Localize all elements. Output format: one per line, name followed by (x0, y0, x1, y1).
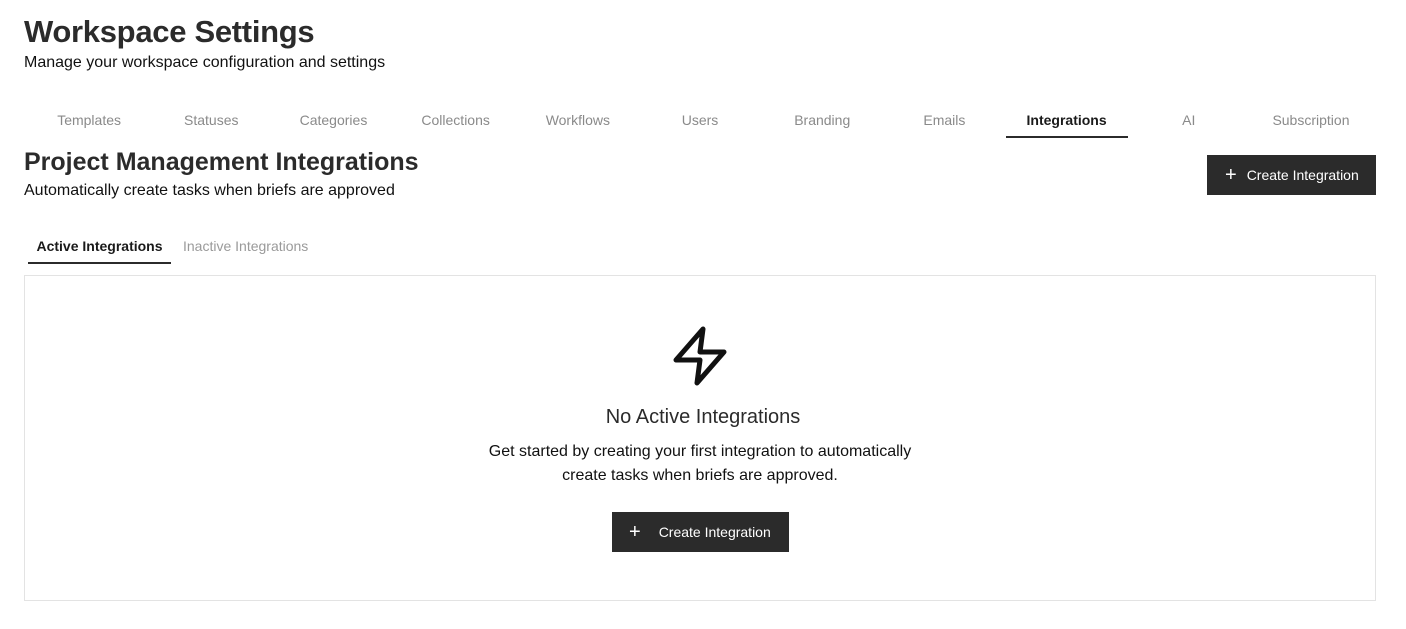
tab-ai[interactable]: AI (1128, 102, 1250, 138)
settings-tabs: Templates Statuses Categories Collection… (28, 102, 1372, 138)
tab-collections[interactable]: Collections (395, 102, 517, 138)
empty-state-title: No Active Integrations (605, 406, 801, 428)
tab-templates[interactable]: Templates (28, 102, 150, 138)
empty-state-panel (24, 275, 1376, 601)
create-first-integration-label: Create Integration (658, 524, 771, 540)
page-subtitle: Manage your workspace configuration and … (24, 54, 386, 71)
tab-integrations[interactable]: Integrations (1005, 102, 1128, 138)
create-first-integration-button[interactable]: + Create Integration (612, 512, 789, 552)
empty-state-description: Get started by creating your first integ… (488, 443, 912, 484)
tab-statuses[interactable]: Statuses (150, 102, 272, 138)
plus-icon: + (629, 521, 641, 543)
page-title: Workspace Settings (24, 14, 315, 49)
section-subtitle: Automatically create tasks when briefs a… (24, 182, 395, 199)
lightning-bolt-icon (673, 326, 727, 386)
tab-workflows[interactable]: Workflows (517, 102, 639, 138)
tab-categories[interactable]: Categories (272, 102, 394, 138)
plus-icon: + (1225, 164, 1237, 186)
tab-subscription[interactable]: Subscription (1250, 102, 1372, 138)
integration-status-tabs: Active Integrations Inactive Integration… (28, 228, 320, 264)
tab-branding[interactable]: Branding (761, 102, 883, 138)
create-integration-label: Create Integration (1246, 167, 1359, 183)
tab-users[interactable]: Users (639, 102, 761, 138)
tab-inactive-integrations[interactable]: Inactive Integrations (171, 228, 320, 264)
tab-emails[interactable]: Emails (883, 102, 1005, 138)
create-integration-button[interactable]: + Create Integration (1207, 155, 1376, 195)
section-title: Project Management Integrations (24, 148, 419, 176)
tab-active-integrations[interactable]: Active Integrations (28, 228, 171, 264)
